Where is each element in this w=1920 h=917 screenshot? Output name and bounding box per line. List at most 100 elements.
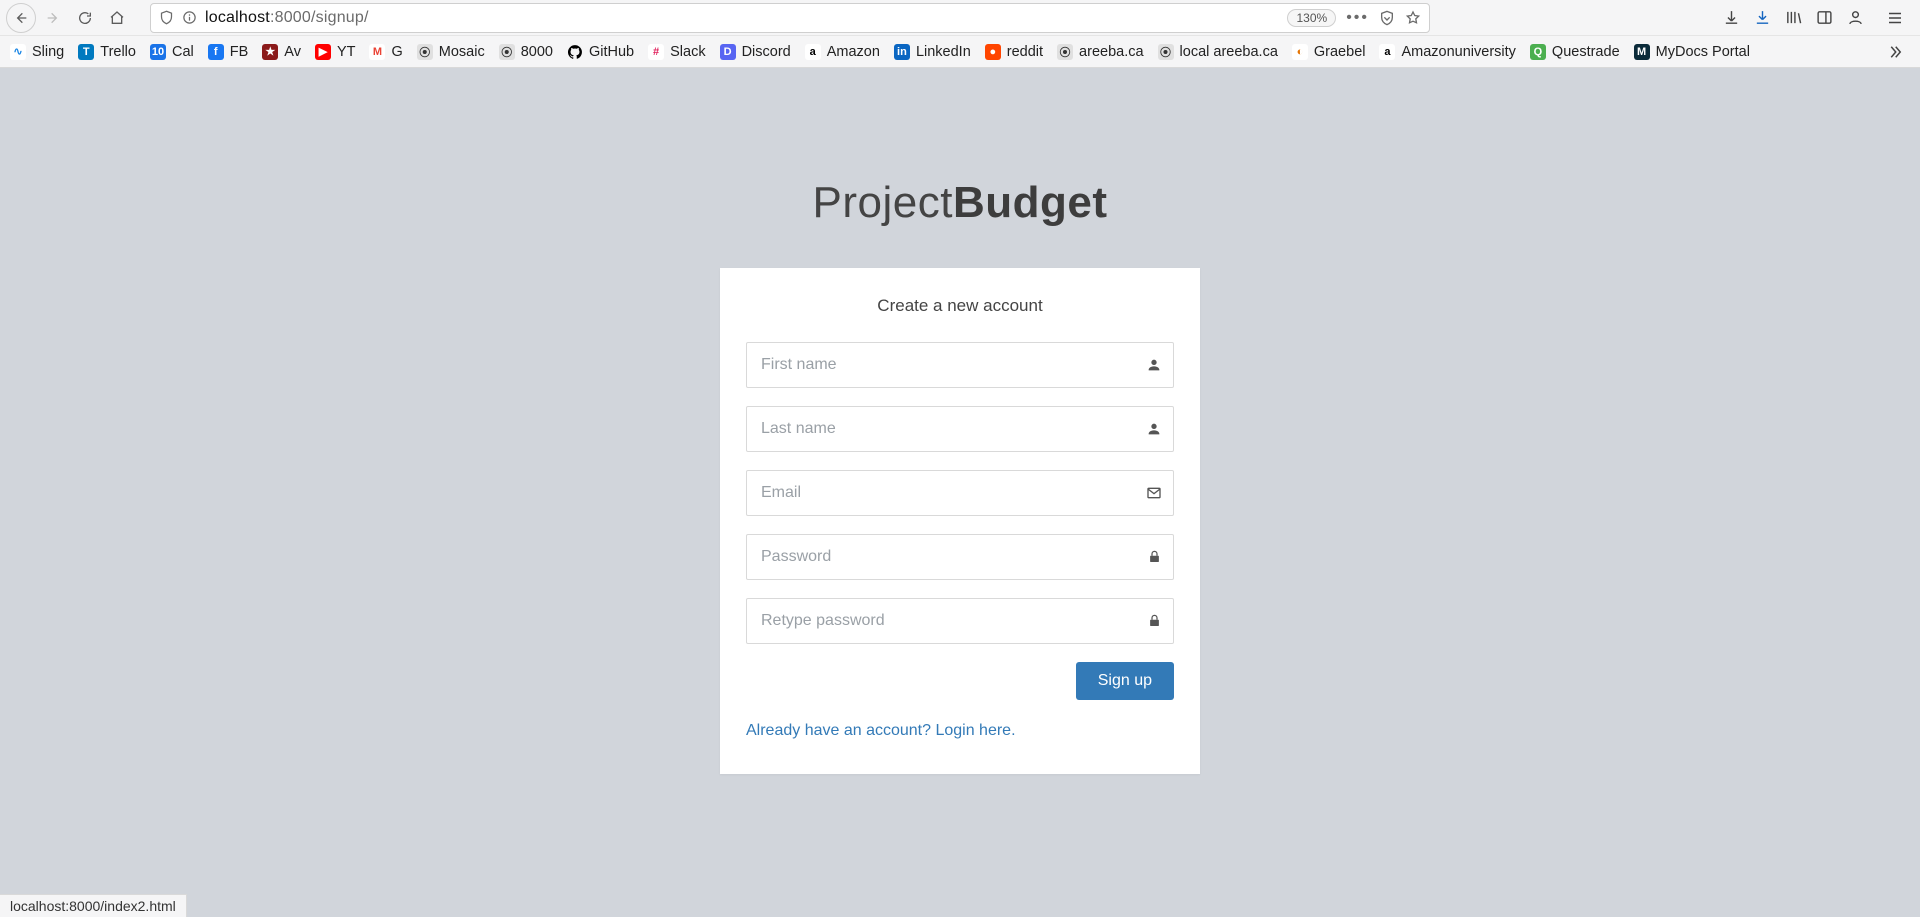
bookmark-favicon: a — [805, 44, 821, 60]
bookmark-favicon: ∿ — [10, 44, 26, 60]
brand-title: ProjectBudget — [0, 68, 1920, 228]
back-button[interactable] — [6, 3, 36, 33]
first-name-input[interactable] — [746, 342, 1174, 388]
meatballs-icon[interactable]: ••• — [1346, 9, 1369, 27]
bookmark-label: Slack — [670, 44, 705, 60]
bookmark-label: reddit — [1007, 44, 1043, 60]
bookmark-favicon — [567, 44, 583, 60]
home-button[interactable] — [102, 3, 132, 33]
page-content: ProjectBudget Create a new account — [0, 68, 1920, 893]
bookmark-label: 8000 — [521, 44, 553, 60]
library-icon[interactable] — [1785, 9, 1802, 26]
bookmark-favicon: ▶ — [315, 44, 331, 60]
bookmark-label: Questrade — [1552, 44, 1620, 60]
bookmark-label: Amazon — [827, 44, 880, 60]
lock-icon — [1147, 550, 1162, 565]
bookmark-item[interactable]: a Amazon — [805, 44, 880, 60]
bookmark-item[interactable]: ⦿local areeba.ca — [1158, 44, 1278, 60]
signup-button[interactable]: Sign up — [1076, 662, 1174, 700]
bookmark-item[interactable]: in LinkedIn — [894, 44, 971, 60]
bookmark-favicon: D — [720, 44, 736, 60]
forward-button[interactable] — [38, 3, 68, 33]
bookmark-favicon: a — [1379, 44, 1395, 60]
last-name-input[interactable] — [746, 406, 1174, 452]
bookmarks-overflow-icon[interactable] — [1880, 43, 1910, 61]
bookmark-label: Discord — [742, 44, 791, 60]
shield-icon — [159, 10, 174, 25]
email-field-wrap — [746, 470, 1174, 516]
zoom-badge[interactable]: 130% — [1287, 9, 1336, 27]
password-field-wrap — [746, 534, 1174, 580]
bookmark-item[interactable]: f FB — [208, 44, 249, 60]
form-actions: Sign up — [746, 662, 1174, 700]
login-link[interactable]: Already have an account? Login here. — [746, 722, 1016, 739]
brand-light: Project — [813, 178, 953, 227]
downloads-icon[interactable] — [1754, 9, 1771, 26]
bookmark-item[interactable]: ● reddit — [985, 44, 1043, 60]
bookmark-favicon: ⦿ — [499, 44, 515, 60]
bookmark-label: Amazonuniversity — [1401, 44, 1515, 60]
pocket-icon[interactable] — [1379, 10, 1395, 26]
user-icon — [1146, 421, 1162, 437]
email-input[interactable] — [746, 470, 1174, 516]
bookmark-item[interactable]: ⦿areeba.ca — [1057, 44, 1144, 60]
bookmark-item[interactable]: ⦿ 8000 — [499, 44, 553, 60]
brand-bold: Budget — [953, 178, 1108, 227]
signup-card: Create a new account — [720, 268, 1200, 774]
bookmark-item[interactable]: #Slack — [648, 44, 705, 60]
last-name-field-wrap — [746, 406, 1174, 452]
home-icon — [109, 10, 125, 26]
url-text: localhost:8000/signup/ — [205, 9, 1279, 27]
bookmark-favicon: M — [369, 44, 385, 60]
bookmark-item[interactable]: GitHub — [567, 44, 634, 60]
bookmark-favicon: ⦿ — [1158, 44, 1174, 60]
bookmark-item[interactable]: a Amazonuniversity — [1379, 44, 1515, 60]
bookmark-label: G — [391, 44, 402, 60]
bookmark-favicon: f — [208, 44, 224, 60]
bookmark-item[interactable]: ★Av — [262, 44, 301, 60]
save-to-pocket-icon[interactable] — [1723, 9, 1740, 26]
bookmark-item[interactable]: QQuestrade — [1530, 44, 1620, 60]
bookmark-label: areeba.ca — [1079, 44, 1144, 60]
star-icon[interactable] — [1405, 10, 1421, 26]
info-icon[interactable] — [182, 10, 197, 25]
bookmark-favicon: ★ — [262, 44, 278, 60]
bookmark-favicon: ● — [985, 44, 1001, 60]
password-input[interactable] — [746, 534, 1174, 580]
bookmark-label: YT — [337, 44, 356, 60]
status-bar: localhost:8000/index2.html — [0, 894, 187, 917]
sidebar-icon[interactable] — [1816, 9, 1833, 26]
account-icon[interactable] — [1847, 9, 1864, 26]
browser-chrome: localhost:8000/signup/ 130% ••• — [0, 0, 1920, 68]
nav-toolbar: localhost:8000/signup/ 130% ••• — [0, 0, 1920, 36]
bookmark-item[interactable]: D Discord — [720, 44, 791, 60]
bookmark-favicon: ◐ — [1292, 44, 1308, 60]
bookmark-favicon: ⦿ — [417, 44, 433, 60]
arrow-left-icon — [13, 10, 29, 26]
user-icon — [1146, 357, 1162, 373]
bookmark-item[interactable]: MMyDocs Portal — [1634, 44, 1750, 60]
bookmark-label: LinkedIn — [916, 44, 971, 60]
bookmark-label: Sling — [32, 44, 64, 60]
bookmark-item[interactable]: ▶ YT — [315, 44, 356, 60]
bookmark-label: Trello — [100, 44, 136, 60]
bookmark-item[interactable]: ◐Graebel — [1292, 44, 1366, 60]
bookmark-label: Mosaic — [439, 44, 485, 60]
first-name-field-wrap — [746, 342, 1174, 388]
bookmark-label: FB — [230, 44, 249, 60]
bookmark-item[interactable]: MG — [369, 44, 402, 60]
bookmark-favicon: M — [1634, 44, 1650, 60]
retype-password-input[interactable] — [746, 598, 1174, 644]
bookmark-favicon: in — [894, 44, 910, 60]
bookmark-item[interactable]: 10Cal — [150, 44, 194, 60]
bookmark-item[interactable]: ∿ Sling — [10, 44, 64, 60]
bookmark-favicon: T — [78, 44, 94, 60]
bookmark-item[interactable]: ⦿ Mosaic — [417, 44, 485, 60]
card-title: Create a new account — [746, 296, 1174, 316]
arrow-right-icon — [45, 10, 61, 26]
hamburger-menu-icon[interactable] — [1886, 9, 1904, 27]
address-bar[interactable]: localhost:8000/signup/ 130% ••• — [150, 3, 1430, 33]
reload-button[interactable] — [70, 3, 100, 33]
mail-icon — [1146, 485, 1162, 501]
bookmark-item[interactable]: T Trello — [78, 44, 136, 60]
